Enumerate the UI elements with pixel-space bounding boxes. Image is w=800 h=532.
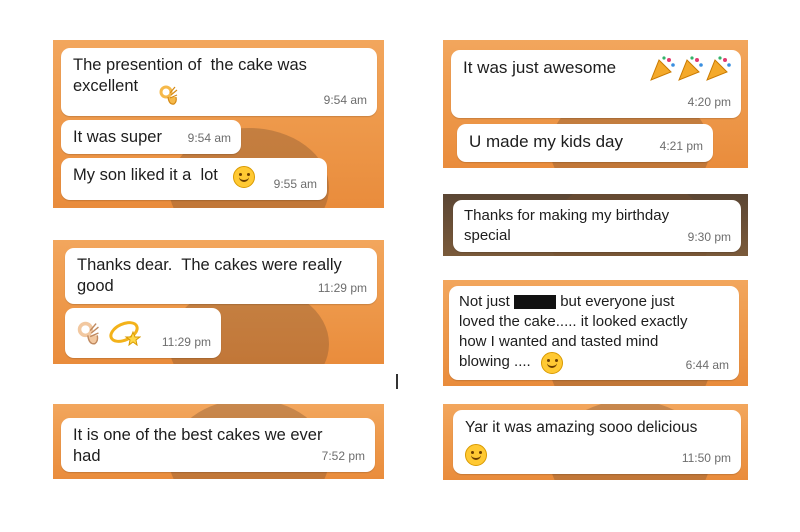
message-bubble: U made my kids day 4:21 pm — [457, 124, 713, 162]
message-bubble: The presention of the cake was excellent… — [61, 48, 377, 116]
message-bubble: Yar it was amazing sooo delicious 11:50 … — [453, 410, 741, 474]
redaction-bar — [514, 295, 557, 310]
message-time: 11:50 pm — [681, 451, 731, 465]
message-text: It was just awesome — [463, 58, 617, 77]
message-text: Yar it was amazing sooo delicious — [465, 419, 698, 436]
chat-screenshot-2: Thanks dear. The cakes were really good … — [53, 240, 384, 364]
message-text: My son liked it a lot — [73, 166, 218, 184]
message-time: 9:30 pm — [687, 230, 731, 244]
dizzy-star-icon — [107, 318, 142, 352]
message-text: It is one of the best cakes we ever had — [73, 426, 323, 465]
message-bubble: My son liked it a lot 9:55 am — [61, 158, 327, 200]
blush-icon — [465, 444, 487, 466]
chat-screenshot-6: Not just but everyone just loved the cak… — [443, 280, 748, 386]
party-popper-icon — [649, 56, 733, 88]
message-bubble: It was just awesome 4:20 pm — [451, 50, 741, 118]
message-time: 4:20 pm — [687, 95, 731, 109]
chat-screenshot-5: Thanks for making my birthday special 9:… — [443, 194, 748, 256]
message-time: 11:29 pm — [317, 281, 367, 295]
yum-face-icon — [541, 352, 563, 374]
message-text: It was super — [73, 128, 162, 146]
message-time: 4:21 pm — [659, 139, 703, 153]
message-bubble: Not just but everyone just loved the cak… — [449, 286, 739, 380]
message-bubble: 11:29 pm — [65, 308, 221, 358]
message-text: Thanks dear. The cakes were really good — [77, 256, 342, 295]
message-time: 7:52 pm — [321, 449, 365, 463]
message-time: 9:54 am — [187, 131, 231, 145]
message-text: Not just — [459, 293, 510, 310]
ok-hand-icon — [159, 84, 179, 112]
message-text: Thanks for making my birthday special — [464, 207, 670, 244]
message-time: 11:29 pm — [161, 335, 211, 349]
message-time: 9:55 am — [273, 177, 317, 191]
message-time: 6:44 am — [685, 358, 729, 372]
smiley-icon — [233, 166, 255, 188]
divider — [396, 374, 398, 389]
chat-screenshot-1: The presention of the cake was excellent… — [53, 40, 384, 208]
chat-screenshot-7: Yar it was amazing sooo delicious 11:50 … — [443, 404, 748, 480]
message-bubble: Thanks dear. The cakes were really good … — [65, 248, 377, 304]
message-bubble: Thanks for making my birthday special 9:… — [453, 200, 741, 252]
message-text: U made my kids day — [469, 132, 623, 151]
chat-screenshot-4: It was just awesome 4:20 pm U made my ki… — [443, 40, 748, 168]
chat-screenshot-3: It is one of the best cakes we ever had … — [53, 404, 384, 479]
ok-hand-icon — [77, 320, 101, 352]
message-time: 9:54 am — [323, 93, 367, 107]
message-bubble: It is one of the best cakes we ever had … — [61, 418, 375, 472]
message-bubble: It was super 9:54 am — [61, 120, 241, 154]
message-text: The presention of the cake was excellent — [73, 56, 307, 95]
